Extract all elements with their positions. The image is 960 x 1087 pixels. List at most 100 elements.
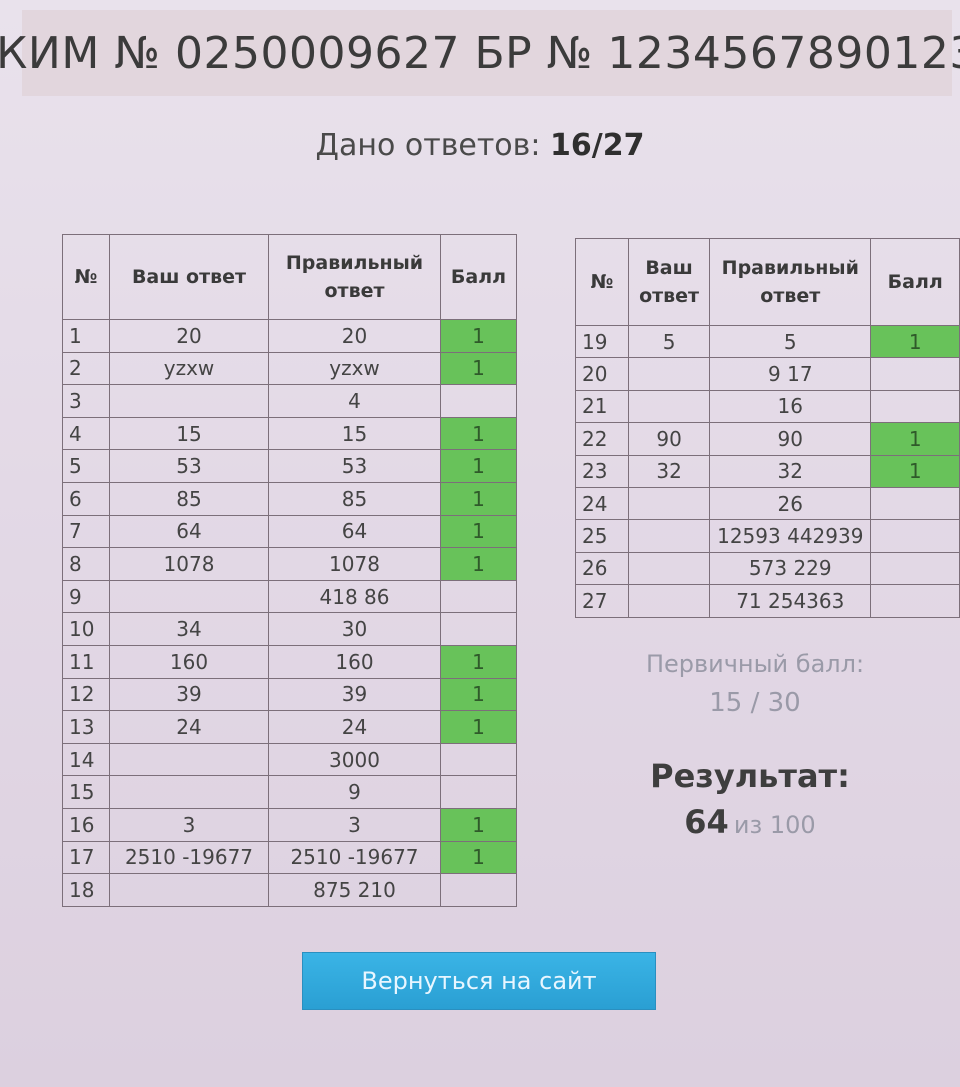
correct-answer-cell: 24	[268, 710, 441, 744]
score-cell	[870, 389, 960, 424]
score-cell: 1	[440, 481, 517, 516]
score-cell: 1	[870, 454, 960, 488]
your-answer-cell: 5	[628, 324, 711, 359]
score-cell: 1	[870, 422, 960, 456]
answers-count-label: Дано ответов:	[315, 128, 541, 163]
table-row: 27 71 254363	[574, 584, 960, 618]
table-row: 5 53 53 1	[62, 449, 517, 483]
score-cell	[440, 579, 517, 614]
table-row: 8 1078 1078 1	[62, 547, 517, 581]
score-cell	[870, 357, 960, 391]
correct-answer-cell: 573 229	[709, 551, 872, 586]
your-answer-cell	[628, 584, 711, 618]
your-answer-cell: 160	[109, 644, 269, 679]
header-your-answer: Ваш ответ	[628, 238, 711, 326]
question-number-cell: 16	[62, 807, 110, 842]
correct-answer-cell: 85	[268, 481, 441, 516]
table-row: 9 418 86	[62, 579, 517, 614]
table-row: 18 875 210	[62, 873, 517, 907]
your-answer-cell	[628, 486, 711, 521]
score-cell	[870, 551, 960, 586]
your-answer-cell	[109, 742, 269, 777]
results-table-left-body: 1 20 20 1 2 yzxw yzxw 1 3 4 4 15 15 1 5 53 53 1 6 85 85 1 7 64 6…	[62, 319, 517, 907]
result-line: 64 из 100	[600, 803, 900, 841]
question-number-cell: 5	[62, 449, 110, 483]
score-cell	[870, 584, 960, 618]
question-number-cell: 22	[574, 422, 630, 456]
score-cell	[440, 384, 517, 418]
question-number-cell: 17	[62, 840, 110, 875]
correct-answer-cell: 3000	[268, 742, 441, 777]
your-answer-cell	[628, 519, 711, 553]
header-num: №	[62, 234, 110, 320]
question-number-cell: 9	[62, 579, 110, 614]
correct-answer-cell: 15	[268, 416, 441, 451]
result-score: 64	[684, 803, 729, 841]
table-row: 15 9	[62, 775, 517, 809]
table-row: 7 64 64 1	[62, 514, 517, 549]
question-number-cell: 21	[574, 389, 630, 424]
question-number-cell: 7	[62, 514, 110, 549]
score-cell	[870, 519, 960, 553]
correct-answer-cell: 53	[268, 449, 441, 483]
question-number-cell: 19	[574, 324, 630, 359]
question-number-cell: 4	[62, 416, 110, 451]
score-cell: 1	[440, 351, 517, 386]
correct-answer-cell: 4	[268, 384, 441, 418]
correct-answer-cell: 16	[709, 389, 872, 424]
question-number-cell: 20	[574, 357, 630, 391]
question-number-cell: 8	[62, 547, 110, 581]
score-cell: 1	[440, 514, 517, 549]
your-answer-cell: 85	[109, 481, 269, 516]
back-to-site-button[interactable]: Вернуться на сайт	[302, 952, 656, 1010]
score-cell: 1	[440, 807, 517, 842]
correct-answer-cell: 9 17	[709, 357, 872, 391]
your-answer-cell: 1078	[109, 547, 269, 581]
your-answer-cell	[628, 357, 711, 391]
your-answer-cell	[109, 579, 269, 614]
your-answer-cell	[628, 551, 711, 586]
primary-score-value: 15 / 30	[709, 688, 801, 718]
your-answer-cell: 64	[109, 514, 269, 549]
table-header-row: № Ваш ответ Правильный ответ Балл	[62, 234, 517, 320]
result-label: Результат:	[650, 757, 850, 795]
correct-answer-cell: 2510 -19677	[268, 840, 441, 875]
table-row: 17 2510 -19677 2510 -19677 1	[62, 840, 517, 875]
score-cell	[440, 742, 517, 777]
your-answer-cell: 90	[628, 422, 711, 456]
your-answer-cell: 34	[109, 612, 269, 646]
question-number-cell: 12	[62, 677, 110, 712]
page-title: КИМ № 0250009627 БР № 1234567890123	[0, 27, 960, 79]
question-number-cell: 3	[62, 384, 110, 418]
table-row: 6 85 85 1	[62, 481, 517, 516]
score-cell	[870, 486, 960, 521]
question-number-cell: 10	[62, 612, 110, 646]
score-cell	[440, 873, 517, 907]
table-row: 2 yzxw yzxw 1	[62, 351, 517, 386]
question-number-cell: 25	[574, 519, 630, 553]
header-correct-answer: Правильный ответ	[709, 238, 872, 326]
your-answer-cell: yzxw	[109, 351, 269, 386]
your-answer-cell	[109, 775, 269, 809]
correct-answer-cell: yzxw	[268, 351, 441, 386]
table-row: 26 573 229	[574, 551, 960, 586]
table-row: 34	[62, 384, 517, 418]
your-answer-cell: 32	[628, 454, 711, 488]
question-number-cell: 6	[62, 481, 110, 516]
score-cell	[440, 612, 517, 646]
answers-count-value: 16/27	[550, 128, 645, 163]
question-number-cell: 1	[62, 319, 110, 353]
score-cell: 1	[440, 710, 517, 744]
correct-answer-cell: 3	[268, 807, 441, 842]
your-answer-cell: 24	[109, 710, 269, 744]
answers-count: Дано ответов: 16/27	[0, 128, 960, 163]
question-number-cell: 26	[574, 551, 630, 586]
primary-score-label: Первичный балл:	[645, 650, 865, 678]
header-correct-answer: Правильный ответ	[268, 234, 441, 320]
table-row: 10 34 30	[62, 612, 517, 646]
results-table-left: № Ваш ответ Правильный ответ Балл 1 20 20 1…	[62, 234, 517, 907]
question-number-cell: 2	[62, 351, 110, 386]
score-cell: 1	[870, 324, 960, 359]
your-answer-cell	[628, 389, 711, 424]
table-row: 12 39 39 1	[62, 677, 517, 712]
